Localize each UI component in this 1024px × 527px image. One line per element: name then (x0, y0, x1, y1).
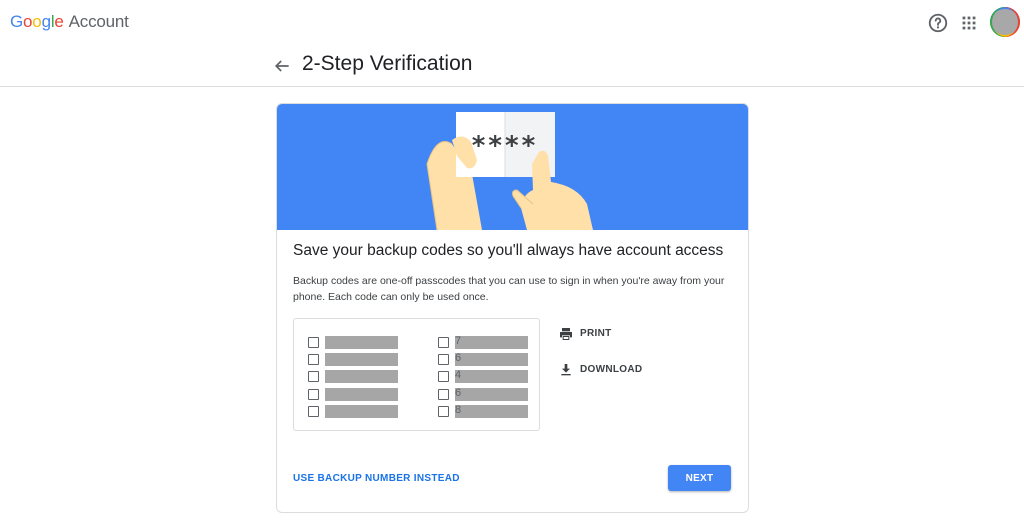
code-value-redacted: 8 (455, 404, 528, 418)
code-checkbox[interactable] (438, 406, 449, 417)
page-header-bar (0, 46, 1024, 87)
code-checkbox[interactable] (308, 371, 319, 382)
code-value-redacted (325, 370, 398, 383)
top-bar: Google Account (0, 0, 1024, 46)
arrow-back-icon[interactable] (272, 56, 292, 76)
code-leading-digit: 4 (455, 369, 462, 381)
code-leading-digit: 8 (455, 404, 462, 416)
code-checkbox[interactable] (438, 389, 449, 400)
code-value-redacted: 7 (455, 335, 528, 349)
hero-password-text: **** (472, 131, 538, 161)
logo-letter: e (54, 12, 64, 31)
logo-letter: o (23, 12, 33, 31)
print-icon (560, 328, 572, 340)
code-value-redacted (325, 353, 398, 366)
print-button[interactable]: PRINT (558, 326, 628, 346)
backup-codes-card: **** Save your backup codes so you'll al… (276, 103, 749, 513)
logo-suffix: Account (68, 12, 129, 31)
help-circle-icon[interactable] (927, 12, 949, 34)
logo-letter: o (32, 12, 42, 31)
code-checkbox[interactable] (308, 389, 319, 400)
code-leading-digit: 6 (455, 387, 462, 399)
code-value-redacted: 4 (455, 369, 528, 383)
code-checkbox[interactable] (308, 406, 319, 417)
code-value-redacted: 6 (455, 352, 528, 366)
code-leading-digit: 6 (455, 352, 462, 364)
code-leading-digit: 7 (455, 335, 462, 347)
code-value-redacted (325, 405, 398, 418)
logo-letter: g (41, 12, 51, 31)
page-title: 2-Step Verification (302, 52, 473, 75)
code-checkbox[interactable] (438, 354, 449, 365)
code-checkbox[interactable] (308, 337, 319, 348)
account-avatar[interactable] (990, 7, 1020, 37)
apps-grid-icon[interactable] (958, 12, 980, 34)
download-icon (561, 364, 571, 376)
code-value-redacted (325, 336, 398, 349)
google-account-logo[interactable]: Google Account (10, 12, 129, 32)
hands-holding-paper-illustration: **** (426, 112, 593, 231)
card-description: Backup codes are one-off passcodes that … (293, 275, 725, 303)
code-value-redacted (325, 388, 398, 401)
use-backup-number-link[interactable]: USE BACKUP NUMBER INSTEAD (293, 473, 460, 484)
logo-letter: G (10, 12, 24, 31)
print-label: PRINT (580, 328, 612, 339)
download-button[interactable]: DOWNLOAD (558, 362, 648, 382)
code-value-redacted: 6 (455, 387, 528, 401)
code-checkbox[interactable] (438, 371, 449, 382)
download-label: DOWNLOAD (580, 364, 643, 375)
code-checkbox[interactable] (308, 354, 319, 365)
next-button[interactable]: NEXT (668, 465, 731, 491)
hero-illustration: **** (277, 104, 748, 231)
code-checkbox[interactable] (438, 337, 449, 348)
backup-codes-list: 7 6 4 6 8 (293, 318, 540, 431)
card-title: Save your backup codes so you'll always … (293, 242, 724, 259)
